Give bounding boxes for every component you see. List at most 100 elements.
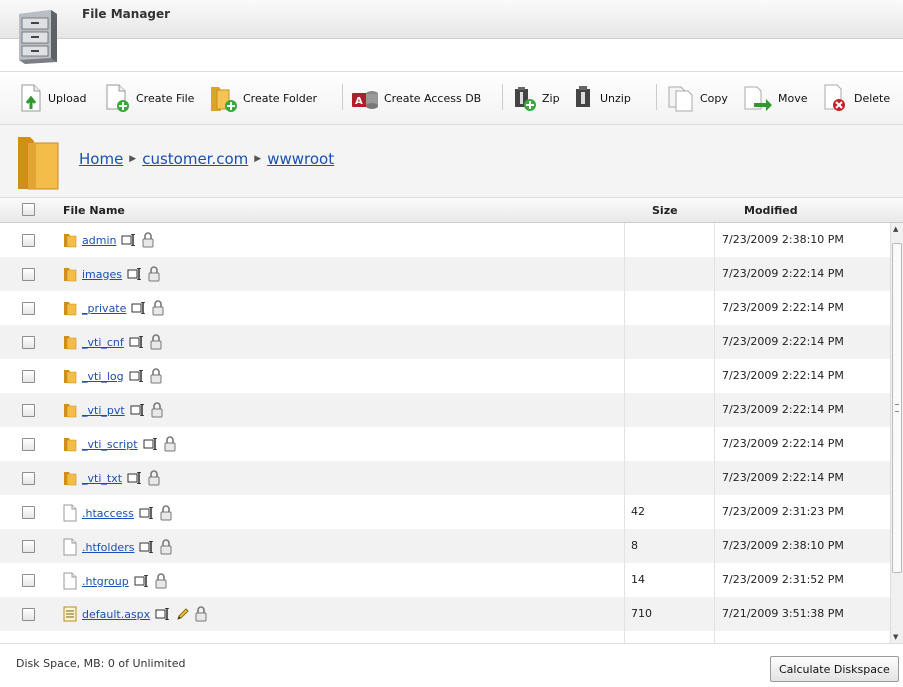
file-name-link[interactable]: .htfolders [82,541,134,554]
file-name-cell: .htfolders [63,538,172,556]
row-checkbox[interactable] [22,472,35,485]
zip-button[interactable]: Zip [512,82,560,114]
file-icon [63,504,77,522]
row-checkbox[interactable] [22,540,35,553]
edit-icon[interactable] [176,607,190,621]
row-checkbox[interactable] [22,574,35,587]
rename-icon[interactable] [155,608,171,620]
file-name-cell: _private [63,300,164,316]
delete-icon [824,84,845,111]
file-name-link[interactable]: _vti_cnf [82,336,124,349]
permissions-lock-icon[interactable] [148,266,160,282]
file-modified: 7/23/2009 2:22:14 PM [722,403,844,416]
row-checkbox[interactable] [22,608,35,621]
column-header-size[interactable]: Size [652,204,678,217]
file-name-cell: _vti_cnf [63,334,162,350]
breadcrumb-wwwroot-link[interactable]: wwwroot [267,150,334,168]
row-checkbox[interactable] [22,370,35,383]
file-name-link[interactable]: _private [82,302,126,315]
file-name-cell: images [63,266,160,282]
row-checkbox[interactable] [22,404,35,417]
unzip-label: Unzip [600,91,631,105]
row-checkbox[interactable] [22,302,35,315]
file-name-link[interactable]: images [82,268,122,281]
copy-button[interactable]: Copy [666,82,728,114]
unzip-button[interactable]: Unzip [572,82,631,114]
permissions-lock-icon[interactable] [148,470,160,486]
file-size: 710 [631,607,652,620]
file-name-cell: admin [63,232,154,248]
breadcrumb-home-link[interactable]: Home [79,150,123,168]
file-size: 42 [631,505,645,518]
table-row: _vti_pvt 7/23/2009 2:22:14 PM [0,393,890,427]
breadcrumb-arrow-icon: ▶ [129,154,137,164]
toolbar-separator [502,84,503,110]
scroll-up-icon[interactable]: ▲ [893,225,898,233]
column-header-name[interactable]: File Name [63,204,125,217]
file-name-link[interactable]: .htgroup [82,575,129,588]
file-icon [63,538,77,556]
rename-icon[interactable] [143,438,159,450]
rename-icon[interactable] [127,268,143,280]
permissions-lock-icon[interactable] [195,606,207,622]
permissions-lock-icon[interactable] [150,368,162,384]
rename-icon[interactable] [127,472,143,484]
column-header-modified[interactable]: Modified [744,204,798,217]
permissions-lock-icon[interactable] [160,505,172,521]
table-row: images 7/23/2009 2:22:14 PM [0,257,890,291]
column-divider [624,223,625,643]
file-name-link[interactable]: _vti_script [82,438,138,451]
rename-icon[interactable] [131,302,147,314]
file-modified: 7/21/2009 3:51:38 PM [722,607,844,620]
file-name-link[interactable]: .htaccess [82,507,134,520]
scroll-down-icon[interactable]: ▼ [893,633,898,641]
disk-space-text: Disk Space, MB: 0 of Unlimited [16,657,186,670]
file-cabinet-icon [19,10,57,64]
file-name-link[interactable]: _vti_pvt [82,404,125,417]
file-name-cell: default.aspx [63,606,207,622]
file-name-link[interactable]: _vti_txt [82,472,122,485]
permissions-lock-icon[interactable] [155,573,167,589]
calculate-diskspace-button[interactable]: Calculate Diskspace [770,656,899,682]
upload-button[interactable]: Upload [18,82,87,114]
permissions-lock-icon[interactable] [160,539,172,555]
column-divider [714,223,715,643]
unzip-icon [576,86,590,107]
breadcrumb-customer-link[interactable]: customer.com [142,150,248,168]
row-checkbox[interactable] [22,336,35,349]
rename-icon[interactable] [129,370,145,382]
move-button[interactable]: Move [742,82,808,114]
delete-button[interactable]: Delete [822,82,890,114]
row-checkbox[interactable] [22,438,35,451]
permissions-lock-icon[interactable] [151,402,163,418]
create-file-button[interactable]: Create File [104,82,194,114]
row-checkbox[interactable] [22,268,35,281]
select-all-checkbox[interactable] [22,203,35,216]
create-file-label: Create File [136,91,195,105]
rename-icon[interactable] [130,404,146,416]
permissions-lock-icon[interactable] [152,300,164,316]
create-access-db-button[interactable]: A Create Access DB [350,82,481,114]
row-checkbox[interactable] [22,506,35,519]
create-folder-button[interactable]: Create Folder [209,82,317,114]
permissions-lock-icon[interactable] [142,232,154,248]
scrollbar-thumb[interactable] [892,243,902,573]
header-band [0,39,903,71]
rename-icon[interactable] [139,541,155,553]
file-name-link[interactable]: _vti_log [82,370,124,383]
file-name-link[interactable]: admin [82,234,116,247]
rename-icon[interactable] [121,234,137,246]
rename-icon[interactable] [139,507,155,519]
vertical-scrollbar[interactable]: ▲ ▼ [890,223,903,643]
permissions-lock-icon[interactable] [164,436,176,452]
upload-icon [21,84,41,112]
row-checkbox[interactable] [22,234,35,247]
file-name-cell: _vti_script [63,436,176,452]
table-row: _vti_cnf 7/23/2009 2:22:14 PM [0,325,890,359]
file-name-link[interactable]: default.aspx [82,608,150,621]
toolbar-separator [656,84,657,110]
rename-icon[interactable] [129,336,145,348]
permissions-lock-icon[interactable] [150,334,162,350]
rename-icon[interactable] [134,575,150,587]
file-modified: 7/23/2009 2:31:52 PM [722,573,844,586]
